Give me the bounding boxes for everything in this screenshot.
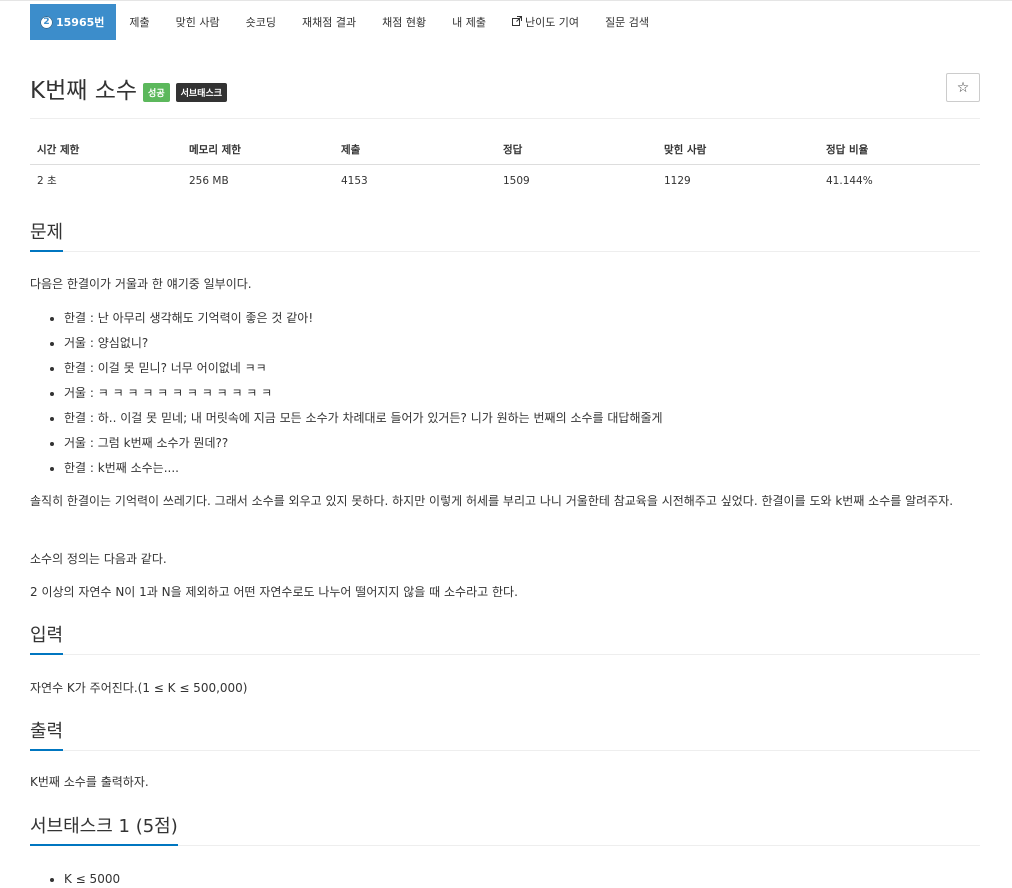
top-border xyxy=(0,0,1012,1)
output-description: K번째 소수를 출력하자. xyxy=(30,775,149,789)
tab-difficulty-contribution-label: 난이도 기여 xyxy=(524,16,580,29)
problem-intro: 다음은 한결이가 거울과 한 얘기중 일부이다. xyxy=(30,277,252,291)
problem-paragraph: 2 이상의 자연수 N이 1과 N을 제외하고 어떤 자연수로도 나누어 떨어지… xyxy=(30,585,518,599)
header-memory-limit: 메모리 제한 xyxy=(182,136,334,165)
memory-limit-value: 256 MB xyxy=(189,174,229,187)
header-solved-users: 맞힌 사람 xyxy=(657,136,819,165)
subtask-list: K ≤ 5000 xyxy=(30,868,120,888)
list-item: 거울 : ㅋ ㅋ ㅋ ㅋ ㅋ ㅋ ㅋ ㅋ ㅋ ㅋ ㅋ ㅋ xyxy=(64,381,663,406)
star-button[interactable]: ☆ xyxy=(946,73,980,102)
list-item: K ≤ 5000 xyxy=(64,868,120,888)
external-link-icon xyxy=(511,15,522,29)
header-submissions: 제출 xyxy=(334,136,496,165)
header-accepted: 정답 xyxy=(496,136,657,165)
tab-question-search[interactable]: 질문 검색 xyxy=(592,4,662,40)
input-section-title: 입력 xyxy=(30,621,64,655)
star-icon: ☆ xyxy=(956,79,970,96)
title-divider xyxy=(30,118,980,119)
subtask-section-title: 서브태스크 1 (5점) xyxy=(30,812,178,846)
tab-short-coding[interactable]: 숏코딩 xyxy=(233,4,289,40)
list-item: 한결 : 하.. 이걸 못 믿네; 내 머릿속에 지금 모든 소수가 차례대로 … xyxy=(64,406,663,431)
problem-page: 2 15965번 제출 맞힌 사람 숏코딩 재채점 결과 채점 현황 내 제출 … xyxy=(0,0,1012,888)
output-section-header: 출력 xyxy=(30,720,980,751)
status-badge-success: 성공 xyxy=(143,82,170,102)
table-header-row: 시간 제한 메모리 제한 제출 정답 맞힌 사람 정답 비율 xyxy=(30,136,980,165)
problem-paragraph: 솔직히 한결이는 기억력이 쓰레기다. 그래서 소수를 외우고 있지 못하다. … xyxy=(30,494,954,508)
solved-users-value: 1129 xyxy=(664,174,691,187)
title-row: K번째 소수 성공 서브태스크 xyxy=(30,71,228,105)
list-item: 한결 : k번째 소수는.... xyxy=(64,456,663,481)
tab-solved-users[interactable]: 맞힌 사람 xyxy=(163,4,233,40)
time-limit-value: 2 초 xyxy=(37,175,57,187)
dialog-list: 한결 : 난 아무리 생각해도 기억력이 좋은 것 같아! 거울 : 양심없니?… xyxy=(30,306,663,481)
submissions-value: 4153 xyxy=(341,174,368,187)
problem-section-header: 문제 xyxy=(30,221,980,252)
problem-nav: 2 15965번 제출 맞힌 사람 숏코딩 재채점 결과 채점 현황 내 제출 … xyxy=(30,4,662,40)
tab-submit[interactable]: 제출 xyxy=(116,4,162,40)
tab-judge-status[interactable]: 채점 현황 xyxy=(369,4,439,40)
header-time-limit: 시간 제한 xyxy=(30,136,182,165)
input-section-header: 입력 xyxy=(30,624,980,655)
status-badge-subtask: 서브태스크 xyxy=(175,82,228,102)
tab-my-submissions[interactable]: 내 제출 xyxy=(439,4,499,40)
accept-rate-value: 41.144% xyxy=(826,174,873,187)
input-description: 자연수 K가 주어진다.(1 ≤ K ≤ 500,000) xyxy=(30,681,248,695)
problem-info-table: 시간 제한 메모리 제한 제출 정답 맞힌 사람 정답 비율 2 초 256 M… xyxy=(30,136,980,196)
list-item: 거울 : 양심없니? xyxy=(64,331,663,356)
tier-badge-icon: 2 xyxy=(40,15,53,29)
list-item: 한결 : 난 아무리 생각해도 기억력이 좋은 것 같아! xyxy=(64,306,663,331)
problem-section-title: 문제 xyxy=(30,218,64,252)
accepted-value: 1509 xyxy=(503,174,530,187)
subtask-section-header: 서브태스크 1 (5점) xyxy=(30,815,980,846)
tab-rejudge-results[interactable]: 재채점 결과 xyxy=(289,4,369,40)
problem-paragraph: 소수의 정의는 다음과 같다. xyxy=(30,552,167,566)
output-section-title: 출력 xyxy=(30,717,64,751)
page-title: K번째 소수 xyxy=(30,78,138,104)
list-item: 거울 : 그럼 k번째 소수가 뭔데?? xyxy=(64,431,663,456)
header-accept-rate: 정답 비율 xyxy=(819,136,980,165)
tab-problem-number-label: 15965번 xyxy=(56,16,105,29)
tab-difficulty-contribution[interactable]: 난이도 기여 xyxy=(499,4,592,40)
tab-problem-number[interactable]: 2 15965번 xyxy=(30,4,117,40)
table-row: 2 초 256 MB 4153 1509 1129 41.144% xyxy=(30,165,980,197)
list-item: 한결 : 이걸 못 믿니? 너무 어이없네 ㅋㅋ xyxy=(64,356,663,381)
